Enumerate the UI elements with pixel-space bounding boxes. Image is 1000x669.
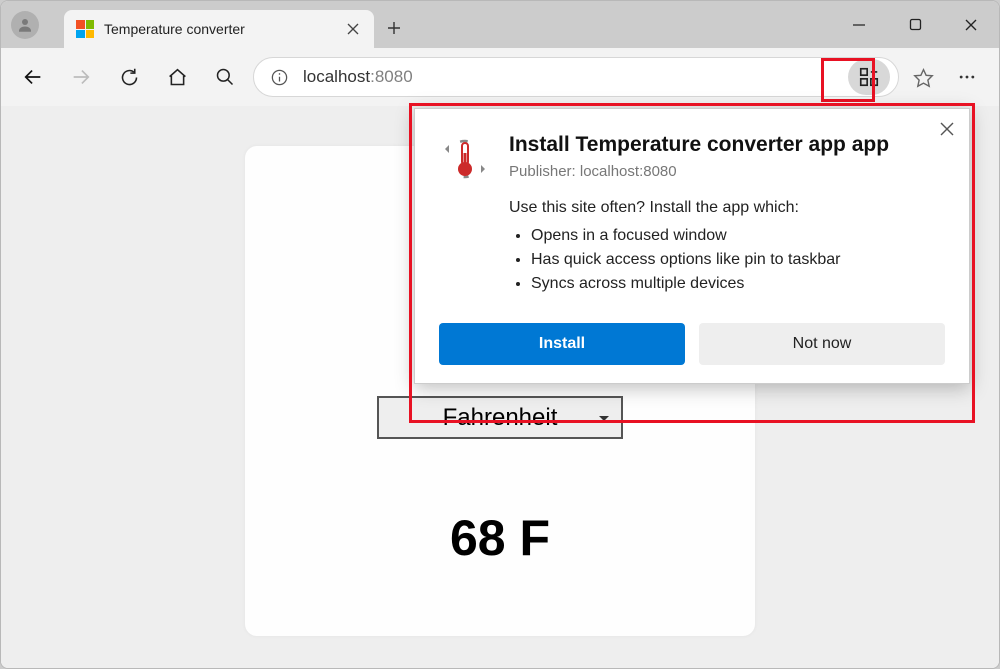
tab-title: Temperature converter bbox=[104, 21, 336, 37]
site-info-icon[interactable] bbox=[270, 68, 289, 87]
address-host: localhost bbox=[303, 67, 370, 86]
popup-benefits-list: Opens in a focused window Has quick acce… bbox=[531, 227, 945, 293]
favorite-button[interactable] bbox=[903, 57, 943, 97]
install-app-popup: Install Temperature converter app app Pu… bbox=[414, 108, 970, 384]
popup-bullet: Opens in a focused window bbox=[531, 227, 945, 245]
minimize-button[interactable] bbox=[831, 1, 887, 48]
home-button[interactable] bbox=[157, 57, 197, 97]
popup-close-button[interactable] bbox=[939, 121, 955, 137]
forward-button[interactable] bbox=[61, 57, 101, 97]
refresh-button[interactable] bbox=[109, 57, 149, 97]
address-bar[interactable]: localhost:8080 bbox=[253, 57, 899, 97]
popup-bullet: Has quick access options like pin to tas… bbox=[531, 251, 945, 269]
new-tab-button[interactable] bbox=[374, 8, 414, 48]
not-now-button[interactable]: Not now bbox=[699, 323, 945, 365]
browser-tab[interactable]: Temperature converter bbox=[64, 10, 374, 48]
profile-button[interactable] bbox=[1, 1, 49, 48]
popup-lead: Use this site often? Install the app whi… bbox=[509, 199, 945, 217]
more-menu-button[interactable] bbox=[947, 57, 987, 97]
window-controls bbox=[831, 1, 999, 48]
unit-select[interactable]: Fahrenheit bbox=[377, 396, 623, 439]
close-tab-button[interactable] bbox=[346, 22, 360, 36]
maximize-button[interactable] bbox=[887, 1, 943, 48]
unit-select-value: Fahrenheit bbox=[443, 404, 558, 432]
address-text: localhost:8080 bbox=[303, 67, 413, 87]
toolbar: localhost:8080 bbox=[1, 48, 999, 106]
thermometer-icon bbox=[439, 133, 491, 185]
back-button[interactable] bbox=[13, 57, 53, 97]
install-button[interactable]: Install bbox=[439, 323, 685, 365]
titlebar: Temperature converter bbox=[1, 1, 999, 48]
close-window-button[interactable] bbox=[943, 1, 999, 48]
tab-favicon-icon bbox=[76, 20, 94, 38]
address-port: :8080 bbox=[370, 67, 413, 86]
browser-window: Temperature converter bbox=[0, 0, 1000, 669]
profile-avatar-icon bbox=[11, 11, 39, 39]
search-button[interactable] bbox=[205, 57, 245, 97]
popup-bullet: Syncs across multiple devices bbox=[531, 275, 945, 293]
popup-publisher: Publisher: localhost:8080 bbox=[509, 163, 889, 180]
popup-title: Install Temperature converter app app bbox=[509, 133, 889, 157]
result-text: 68 F bbox=[450, 509, 550, 567]
install-app-button[interactable] bbox=[848, 59, 890, 95]
